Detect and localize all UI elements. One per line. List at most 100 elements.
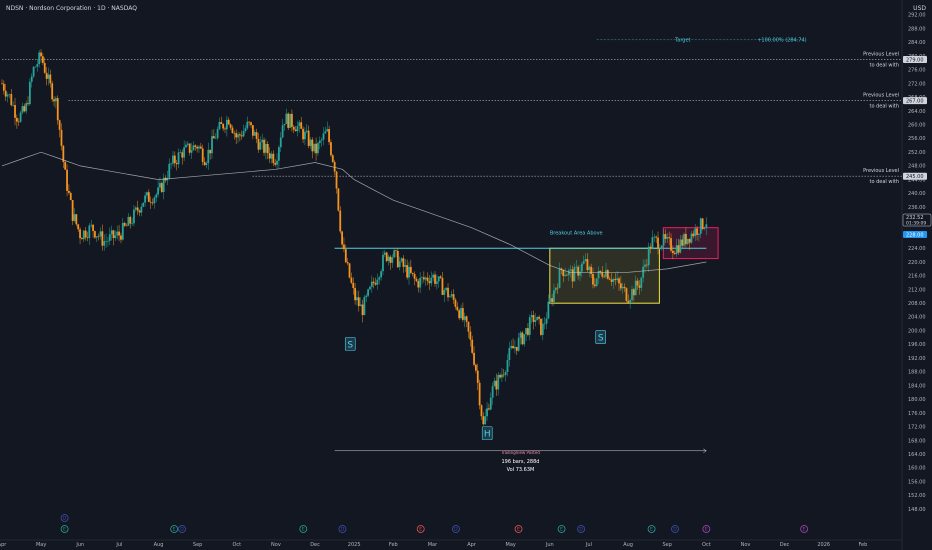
candle-body xyxy=(530,315,533,318)
candle-body xyxy=(590,266,593,274)
candle-body xyxy=(227,119,230,125)
candle-body xyxy=(333,161,336,172)
candle-body xyxy=(551,298,553,303)
event-marker-label: D xyxy=(673,527,677,533)
candle-body xyxy=(81,238,83,240)
candle-body xyxy=(289,113,291,128)
candle-body xyxy=(320,139,323,141)
candle-body xyxy=(1,83,3,85)
candle-body xyxy=(400,258,403,262)
time-tick-label: Nov xyxy=(741,542,751,548)
candle-body xyxy=(274,163,277,165)
candle-body xyxy=(435,281,438,284)
price-tick-label: 272.00 xyxy=(908,81,926,87)
time-tick-label: Jun xyxy=(545,542,554,548)
candle-body xyxy=(153,197,156,204)
candle-body xyxy=(694,228,697,237)
candle-body xyxy=(549,298,552,302)
candle-body xyxy=(408,266,410,278)
candle-body xyxy=(194,145,197,147)
candle-body xyxy=(133,209,135,224)
candle-body xyxy=(647,246,650,266)
candle-body xyxy=(566,274,568,276)
candle-body xyxy=(291,113,293,127)
candle-body xyxy=(482,416,485,425)
candle-body xyxy=(608,278,611,280)
candle-body xyxy=(519,332,522,338)
candle-body xyxy=(75,214,78,225)
time-tick-label: Aug xyxy=(154,542,164,548)
candle-body xyxy=(92,224,94,232)
candle-body xyxy=(47,74,50,79)
time-tick-label: Apr xyxy=(467,542,477,548)
candle-body xyxy=(357,297,360,307)
candle-body xyxy=(445,287,448,291)
candle-body xyxy=(465,316,468,322)
price-chart[interactable]: Previous Level to deal with Previous Level… xyxy=(0,0,932,550)
price-tick-label: 204.00 xyxy=(908,315,926,321)
candle-body xyxy=(642,266,645,278)
candle-body xyxy=(151,202,154,204)
candle-body xyxy=(110,230,113,235)
candle-body xyxy=(415,278,418,282)
candle-body xyxy=(257,138,260,150)
candle-body xyxy=(77,224,80,230)
candle-body xyxy=(186,143,189,145)
candle-body xyxy=(406,265,409,278)
candle-body xyxy=(302,128,304,140)
price-tick-label: 236.00 xyxy=(908,205,926,211)
price-tick-label: 184.00 xyxy=(908,383,926,389)
candle-body xyxy=(84,230,87,238)
candle-body xyxy=(504,371,507,376)
candle-body xyxy=(346,262,349,264)
candle-body xyxy=(501,374,503,378)
time-tick-label: Sep xyxy=(662,542,671,548)
candle-body xyxy=(523,334,526,345)
target-label: Target xyxy=(674,38,691,44)
candle-body xyxy=(6,94,9,97)
candle-body xyxy=(201,148,204,162)
previous-level-label-2: to deal with xyxy=(869,179,899,185)
candle-body xyxy=(168,163,171,178)
price-tick-label: 284.00 xyxy=(908,40,926,46)
candle-body xyxy=(248,121,251,123)
candle-body xyxy=(94,231,96,238)
candle-body xyxy=(409,266,412,273)
candle-body xyxy=(660,245,663,249)
candle-body xyxy=(638,285,641,288)
candle-body xyxy=(175,163,178,165)
candle-body xyxy=(580,263,583,272)
candle-body xyxy=(68,190,70,193)
candle-body xyxy=(681,239,684,246)
candle-body xyxy=(149,201,152,203)
candle-body xyxy=(352,282,355,289)
candle-body xyxy=(162,177,165,193)
candle-body xyxy=(279,137,282,148)
previous-level-label-2: to deal with xyxy=(869,62,899,68)
candle-body xyxy=(183,147,186,158)
candle-body xyxy=(534,320,537,322)
candle-body xyxy=(437,276,440,282)
candle-body xyxy=(506,360,509,372)
candle-body xyxy=(614,278,617,280)
candle-body xyxy=(114,235,117,239)
candle-body xyxy=(413,273,416,279)
candle-body xyxy=(374,283,377,285)
candle-body xyxy=(454,299,457,307)
candle-body xyxy=(378,277,381,280)
price-tick-label: 156.00 xyxy=(908,479,926,485)
last-price-countdown: 01:39:09 xyxy=(906,221,926,227)
price-tick-label: 148.00 xyxy=(908,507,926,513)
candle-body xyxy=(688,238,691,243)
candle-body xyxy=(569,269,572,271)
candle-body xyxy=(679,239,682,253)
previous-level-label-2: to deal with xyxy=(869,104,899,110)
candle-body xyxy=(606,270,609,279)
candle-body xyxy=(43,62,46,73)
price-axis: 148.00 152.00 156.00 160.00 164.00 168.00 172.… xyxy=(902,13,932,513)
candle-body xyxy=(305,130,308,132)
event-marker-label: D xyxy=(180,527,184,533)
candle-body xyxy=(348,263,351,278)
candle-body xyxy=(103,241,106,246)
price-tick-label: 216.00 xyxy=(908,274,926,280)
